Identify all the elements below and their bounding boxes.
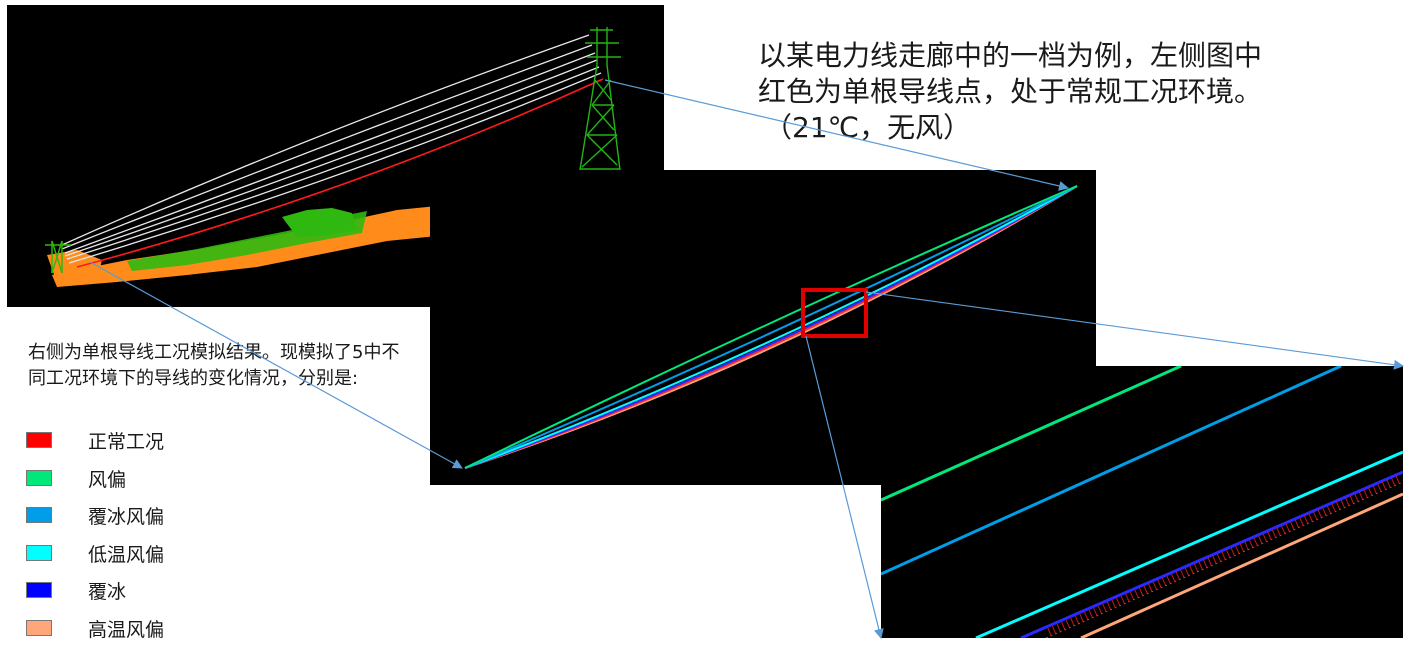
- description-text: 右侧为单根导线工况模拟结果。现模拟了5中不同工况环境下的导线的变化情况，分别是:: [28, 342, 400, 389]
- intro-line-1: 以某电力线走廊中的一档为例，左侧图中: [758, 39, 1263, 72]
- legend-label: 高温风偏: [88, 618, 165, 641]
- zoom-wind: [881, 366, 1182, 502]
- legend-label: 风偏: [88, 468, 127, 491]
- intro-line-3: （21℃，无风）: [764, 111, 972, 144]
- intro-text: 以某电力线走廊中的一档为例，左侧图中 红色为单根导线点，处于常规工况环境。 （2…: [758, 38, 1378, 146]
- legend-label: 低温风偏: [88, 543, 165, 566]
- zoom-low-temp-wind: [975, 450, 1403, 638]
- zoom-normal-ticks: [1047, 474, 1403, 636]
- zoom-ice: [1020, 470, 1403, 638]
- legend-swatch: [26, 469, 52, 486]
- legend-swatch: [26, 507, 52, 523]
- right-tower: [579, 27, 621, 171]
- intro-line-2: 红色为单根导线点，处于常规工况环境。: [758, 75, 1263, 108]
- legend-swatch: [26, 432, 52, 448]
- legend-swatch: [26, 544, 52, 561]
- legend-swatch: [26, 582, 52, 598]
- zoom-detail-view: [881, 366, 1403, 638]
- zoom-normal: [1045, 481, 1403, 638]
- legend-swatch: [26, 619, 52, 636]
- legend-label: 正常工况: [88, 431, 165, 453]
- zoom-high-temp-wind: [1080, 492, 1403, 638]
- legend-label: 覆冰风偏: [88, 506, 165, 528]
- zoom-detail-panel: [881, 366, 1403, 638]
- legend-label: 覆冰: [88, 581, 127, 603]
